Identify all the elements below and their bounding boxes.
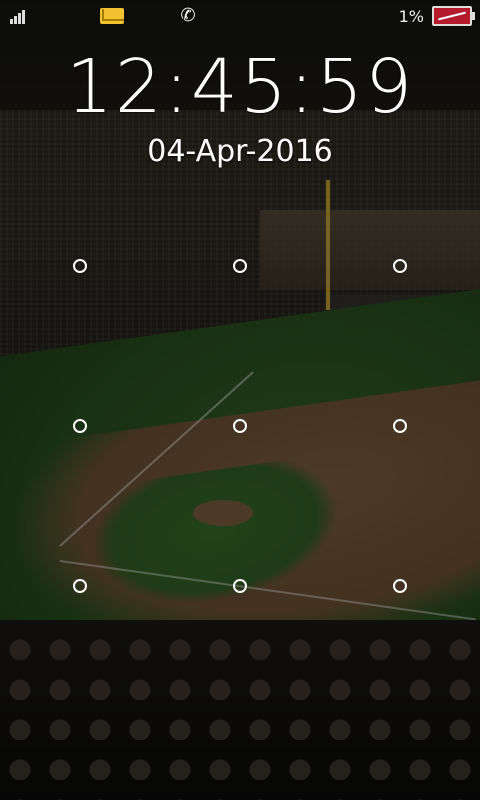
mail-icon — [100, 8, 124, 24]
pattern-dot-6[interactable] — [370, 396, 430, 456]
battery-percent: 1% — [398, 6, 424, 26]
pattern-dot-7[interactable] — [50, 556, 110, 616]
pattern-dot-circle — [73, 579, 87, 593]
missed-call-icon: ✆ — [180, 5, 196, 26]
battery-empty-icon — [432, 6, 475, 26]
pattern-lock[interactable] — [0, 0, 480, 800]
pattern-dot-circle — [233, 419, 247, 433]
pattern-dot-1[interactable] — [50, 236, 110, 296]
pattern-dot-circle — [233, 259, 247, 273]
pattern-dot-circle — [393, 259, 407, 273]
signal-bars-icon — [8, 6, 28, 26]
pattern-dot-circle — [233, 579, 247, 593]
pattern-dot-8[interactable] — [210, 556, 270, 616]
pattern-dot-circle — [393, 419, 407, 433]
pattern-dot-circle — [393, 579, 407, 593]
pattern-dot-5[interactable] — [210, 396, 270, 456]
pattern-dot-4[interactable] — [50, 396, 110, 456]
status-bar: ✆ 1% — [0, 0, 480, 32]
pattern-dot-circle — [73, 419, 87, 433]
pattern-dot-9[interactable] — [370, 556, 430, 616]
pattern-dot-3[interactable] — [370, 236, 430, 296]
pattern-dot-2[interactable] — [210, 236, 270, 296]
pattern-dot-circle — [73, 259, 87, 273]
